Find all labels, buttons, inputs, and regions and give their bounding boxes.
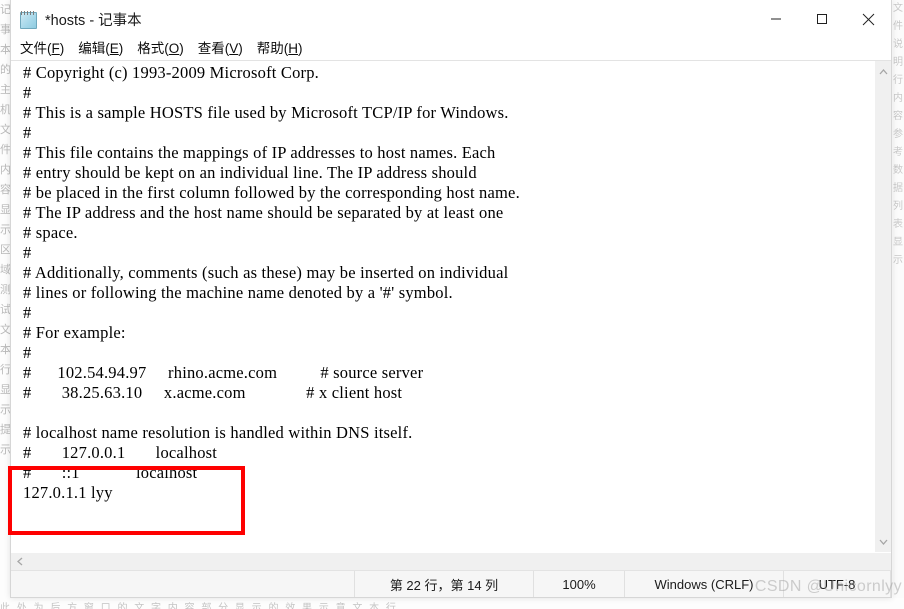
menu-bar: 文件(F) 编辑(E) 格式(O) 查看(V) 帮助(H) xyxy=(11,38,891,60)
background-window-right-strip: 文件说明行内容参考数据列表显示 xyxy=(893,0,904,609)
background-window-bottom-strip: 此 处 为 后 方 窗 口 的 文 字 内 容 部 分 显 示 的 效 果 示 … xyxy=(0,598,904,609)
text-line: 127.0.1.1 lyy xyxy=(23,483,113,502)
horizontal-scrollbar[interactable] xyxy=(11,552,891,570)
menu-item-format-accel: O xyxy=(168,41,180,57)
text-line: # space. xyxy=(23,223,78,242)
horizontal-scroll-track[interactable] xyxy=(28,553,891,570)
menu-item-help[interactable]: 帮助(H) xyxy=(257,42,303,56)
text-line: # lines or following the machine name de… xyxy=(23,283,453,302)
text-line: # xyxy=(23,343,32,362)
text-line: # For example: xyxy=(23,323,126,342)
menu-item-file-accel: F xyxy=(51,41,60,57)
text-line: # This file contains the mappings of IP … xyxy=(23,143,496,162)
minimize-button[interactable] xyxy=(753,0,799,38)
scroll-left-icon[interactable] xyxy=(11,553,28,570)
menu-item-edit[interactable]: 编辑(E) xyxy=(78,42,123,56)
menu-item-file[interactable]: 文件(F) xyxy=(20,42,64,56)
text-line: # This is a sample HOSTS file used by Mi… xyxy=(23,103,509,122)
menu-item-file-label: 文件 xyxy=(20,41,47,57)
vertical-scroll-track[interactable] xyxy=(874,80,891,533)
menu-item-format[interactable]: 格式(O) xyxy=(137,42,184,56)
minimize-icon xyxy=(771,18,781,20)
maximize-icon xyxy=(817,14,827,24)
scroll-up-icon[interactable] xyxy=(875,63,892,80)
text-line: # xyxy=(23,83,32,102)
status-line-ending: Windows (CRLF) xyxy=(624,571,783,597)
status-zoom: 100% xyxy=(533,571,624,597)
menu-item-help-label: 帮助 xyxy=(256,41,284,57)
text-line: # xyxy=(23,303,32,322)
status-bar: 第 22 行，第 14 列 100% Windows (CRLF) UTF-8 xyxy=(11,570,891,597)
text-line xyxy=(23,403,874,423)
text-line: # xyxy=(23,243,32,262)
menu-item-edit-label: 编辑 xyxy=(78,41,106,57)
maximize-button[interactable] xyxy=(799,0,845,38)
menu-item-view-accel: V xyxy=(229,41,239,57)
menu-item-format-label: 格式 xyxy=(137,41,165,57)
menu-item-view-label: 查看 xyxy=(197,41,225,57)
text-line: # The IP address and the host name shoul… xyxy=(23,203,504,222)
text-line: # Additionally, comments (such as these)… xyxy=(23,263,509,282)
menu-item-help-accel: H xyxy=(288,41,299,57)
notepad-icon xyxy=(19,10,37,29)
text-line: # entry should be kept on an individual … xyxy=(23,163,477,182)
title-bar[interactable]: *hosts - 记事本 xyxy=(11,0,891,38)
menu-item-view[interactable]: 查看(V) xyxy=(198,42,243,56)
text-content: # Copyright (c) 1993-2009 Microsoft Corp… xyxy=(23,63,874,503)
text-line: # be placed in the first column followed… xyxy=(23,183,520,202)
text-line: # Copyright (c) 1993-2009 Microsoft Corp… xyxy=(23,63,319,82)
close-button[interactable] xyxy=(845,0,891,38)
text-line: # 102.54.94.97 rhino.acme.com # source s… xyxy=(23,363,424,382)
background-bottom-text: 此 处 为 后 方 窗 口 的 文 字 内 容 部 分 显 示 的 效 果 示 … xyxy=(0,603,398,609)
text-line: # xyxy=(23,123,32,142)
notepad-window: *hosts - 记事本 文件(F) 编辑(E) 格式(O) 查看(V) 帮助(… xyxy=(10,0,892,598)
vertical-scrollbar[interactable] xyxy=(874,61,891,552)
window-controls xyxy=(753,0,891,38)
editor-area: # Copyright (c) 1993-2009 Microsoft Corp… xyxy=(11,60,891,552)
text-line: # ::1 localhost xyxy=(23,463,198,482)
close-icon xyxy=(862,13,874,25)
text-line: # localhost name resolution is handled w… xyxy=(23,423,413,442)
scroll-down-icon[interactable] xyxy=(875,533,892,550)
menu-item-edit-accel: E xyxy=(109,41,119,57)
status-position: 第 22 行，第 14 列 xyxy=(354,571,533,597)
status-encoding: UTF-8 xyxy=(783,571,891,597)
window-title: *hosts - 记事本 xyxy=(45,12,142,29)
text-editor[interactable]: # Copyright (c) 1993-2009 Microsoft Corp… xyxy=(11,61,874,552)
text-line: # 38.25.63.10 x.acme.com # x client host xyxy=(23,383,403,402)
text-line: # 127.0.0.1 localhost xyxy=(23,443,218,462)
